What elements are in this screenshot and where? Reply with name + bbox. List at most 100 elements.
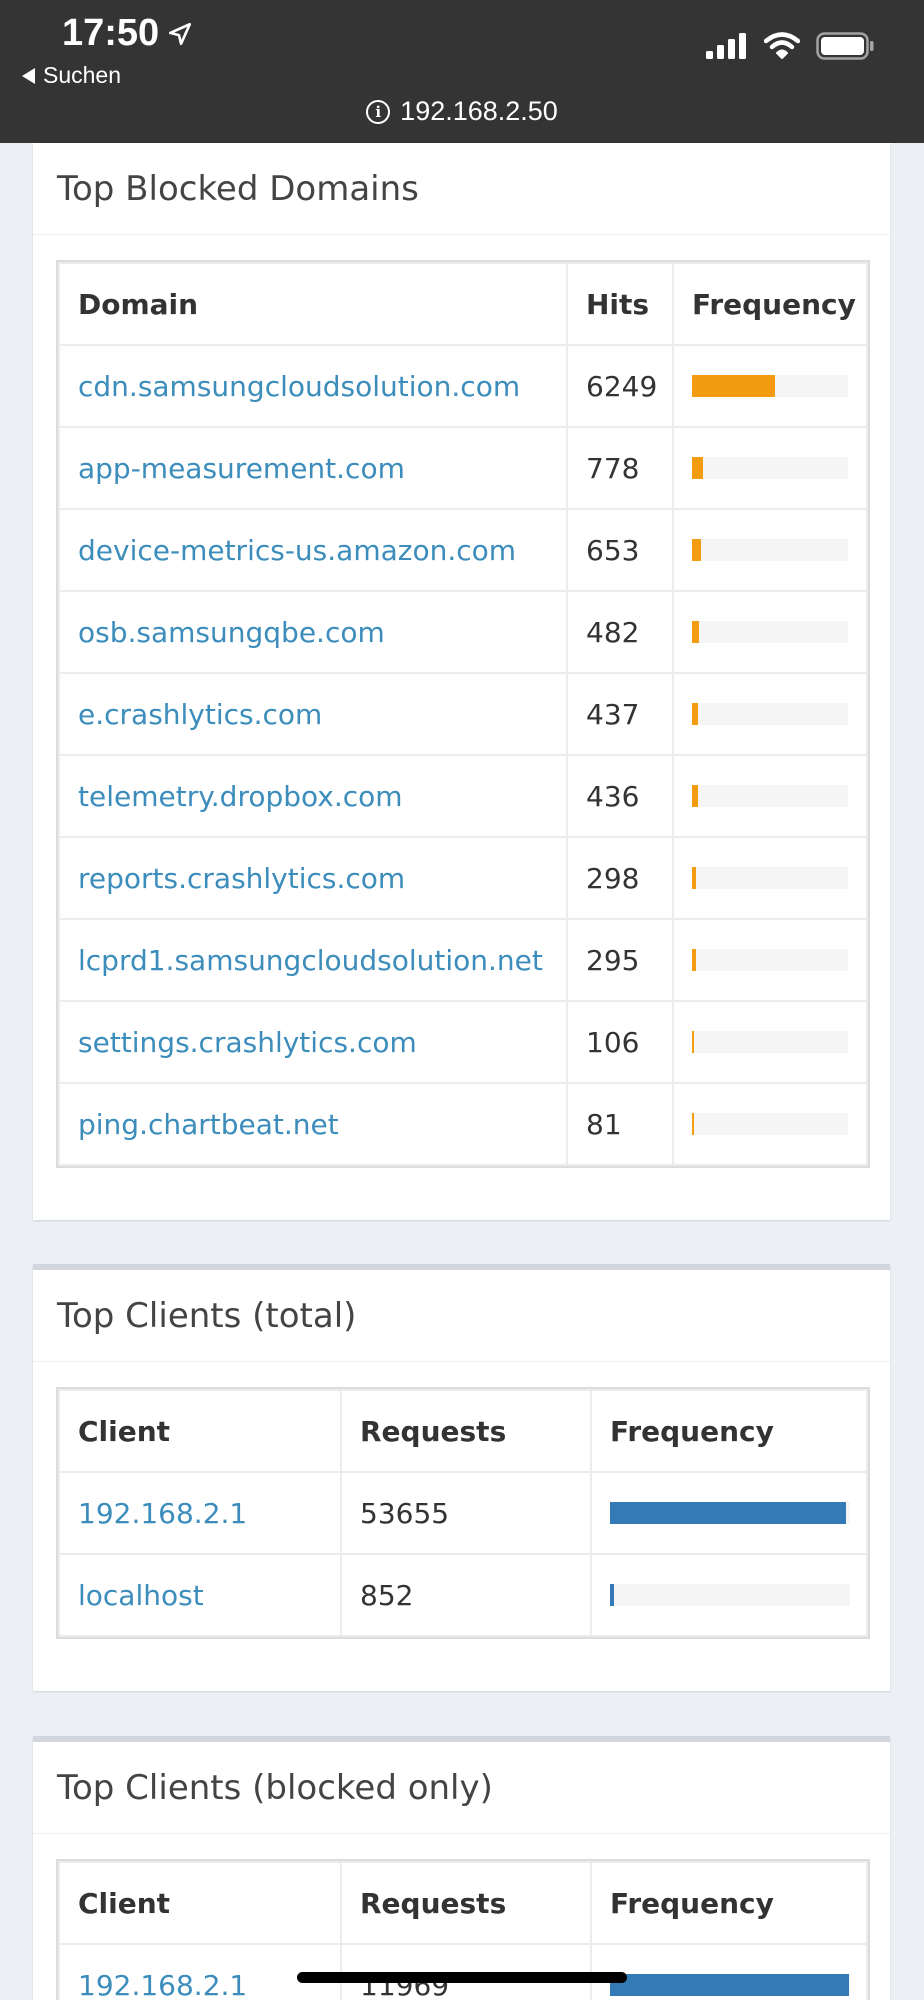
domain-link[interactable]: device-metrics-us.amazon.com (78, 534, 516, 567)
domain-link[interactable]: osb.samsungqbe.com (78, 616, 385, 649)
frequency-progress (610, 1584, 850, 1606)
table-cell-name: reports.crashlytics.com (58, 836, 568, 920)
col-header-frequency: Frequency (590, 1389, 868, 1473)
url-text: 192.168.2.50 (400, 96, 558, 126)
table-cell-frequency (590, 1553, 868, 1637)
table-cell-count: 653 (566, 508, 674, 592)
domain-link[interactable]: cdn.samsungcloudsolution.com (78, 370, 520, 403)
top-blocked-domains-box: Top Blocked Domains Domain Hits Frequenc… (33, 143, 890, 1220)
wifi-icon (764, 32, 800, 59)
table-cell-frequency (672, 426, 868, 510)
table-cell-frequency (672, 918, 868, 1002)
table-cell-count: 482 (566, 590, 674, 674)
frequency-bar (692, 539, 702, 561)
address-bar[interactable]: i 192.168.2.50 (0, 96, 924, 127)
table-cell-frequency (672, 590, 868, 674)
table-cell-count: 106 (566, 1000, 674, 1084)
client-link[interactable]: 192.168.2.1 (78, 1969, 247, 2000)
clock-time: 17:50 (62, 12, 160, 54)
domain-link[interactable]: e.crashlytics.com (78, 698, 322, 731)
table-cell-count: 53655 (340, 1471, 592, 1555)
frequency-bar (692, 375, 775, 397)
domain-link[interactable]: settings.crashlytics.com (78, 1026, 417, 1059)
table-cell-frequency (672, 344, 868, 428)
frequency-bar (692, 949, 696, 971)
table-cell-count: 852 (340, 1553, 592, 1637)
table-header-row: Client Requests Frequency (58, 1861, 868, 1945)
table-cell-frequency (672, 754, 868, 838)
frequency-progress (692, 703, 848, 725)
location-arrow-icon (169, 22, 192, 45)
frequency-bar (692, 785, 699, 807)
table-row: device-metrics-us.amazon.com 653 (58, 508, 868, 592)
table-row: telemetry.dropbox.com 436 (58, 754, 868, 838)
back-arrow-icon (22, 67, 35, 84)
table-header-row: Domain Hits Frequency (58, 262, 868, 346)
col-header-requests: Requests (340, 1389, 592, 1473)
table-row: settings.crashlytics.com 106 (58, 1000, 868, 1084)
table-cell-count: 436 (566, 754, 674, 838)
back-to-search[interactable]: Suchen (22, 62, 121, 89)
domain-link[interactable]: reports.crashlytics.com (78, 862, 405, 895)
table-cell-frequency (590, 1471, 868, 1555)
status-bar: 17:50 Suchen i 192.168.2.50 (0, 0, 924, 143)
back-label: Suchen (43, 62, 122, 88)
table-cell-name: lcprd1.samsungcloudsolution.net (58, 918, 568, 1002)
table-cell-frequency (672, 672, 868, 756)
frequency-progress (610, 1974, 850, 1996)
box-title: Top Clients (blocked only) (57, 1767, 493, 1808)
frequency-progress (692, 949, 848, 971)
table-cell-frequency (672, 836, 868, 920)
table-header-row: Client Requests Frequency (58, 1389, 868, 1473)
frequency-bar (692, 703, 699, 725)
domain-link[interactable]: telemetry.dropbox.com (78, 780, 403, 813)
table-cell-count: 81 (566, 1082, 674, 1166)
client-link[interactable]: 192.168.2.1 (78, 1497, 247, 1530)
table-cell-name: 192.168.2.1 (58, 1471, 342, 1555)
signal-icon (706, 33, 746, 59)
table-cell-frequency (590, 1943, 868, 2000)
frequency-bar (610, 1974, 849, 1996)
table-cell-count: 778 (566, 426, 674, 510)
table-cell-count: 295 (566, 918, 674, 1002)
frequency-bar (692, 457, 703, 479)
box-header: Top Clients (blocked only) (33, 1742, 890, 1834)
table-cell-count: 298 (566, 836, 674, 920)
box-title: Top Clients (total) (57, 1295, 357, 1336)
domain-link[interactable]: app-measurement.com (78, 452, 405, 485)
table-row: localhost 852 (58, 1553, 868, 1637)
frequency-progress (692, 621, 848, 643)
table-row: app-measurement.com 778 (58, 426, 868, 510)
col-header-requests: Requests (340, 1861, 592, 1945)
frequency-progress (692, 1031, 848, 1053)
col-header-client: Client (58, 1389, 342, 1473)
clients-total-table: Client Requests Frequency 192.168.2.1 536… (56, 1387, 870, 1639)
table-cell-name: app-measurement.com (58, 426, 568, 510)
table-row: 192.168.2.1 53655 (58, 1471, 868, 1555)
clock: 17:50 (62, 12, 193, 55)
frequency-progress (692, 539, 848, 561)
frequency-bar (610, 1502, 847, 1524)
client-link[interactable]: localhost (78, 1579, 204, 1612)
frequency-progress (692, 457, 848, 479)
col-header-client: Client (58, 1861, 342, 1945)
home-indicator (297, 1972, 627, 1983)
frequency-bar (692, 1113, 694, 1135)
frequency-progress (692, 375, 848, 397)
table-row: e.crashlytics.com 437 (58, 672, 868, 756)
info-icon[interactable]: i (366, 99, 391, 124)
table-cell-name: cdn.samsungcloudsolution.com (58, 344, 568, 428)
frequency-bar (610, 1584, 614, 1606)
table-cell-frequency (672, 508, 868, 592)
table-cell-count: 437 (566, 672, 674, 756)
col-header-frequency: Frequency (672, 262, 868, 346)
domain-link[interactable]: ping.chartbeat.net (78, 1108, 339, 1141)
box-header: Top Blocked Domains (33, 143, 890, 235)
domain-link[interactable]: lcprd1.samsungcloudsolution.net (78, 944, 543, 977)
frequency-bar (692, 1031, 694, 1053)
table-row: ping.chartbeat.net 81 (58, 1082, 868, 1166)
box-title: Top Blocked Domains (57, 168, 419, 209)
col-header-frequency: Frequency (590, 1861, 868, 1945)
top-clients-total-box: Top Clients (total) Client Requests Freq… (33, 1264, 890, 1691)
table-row: lcprd1.samsungcloudsolution.net 295 (58, 918, 868, 1002)
